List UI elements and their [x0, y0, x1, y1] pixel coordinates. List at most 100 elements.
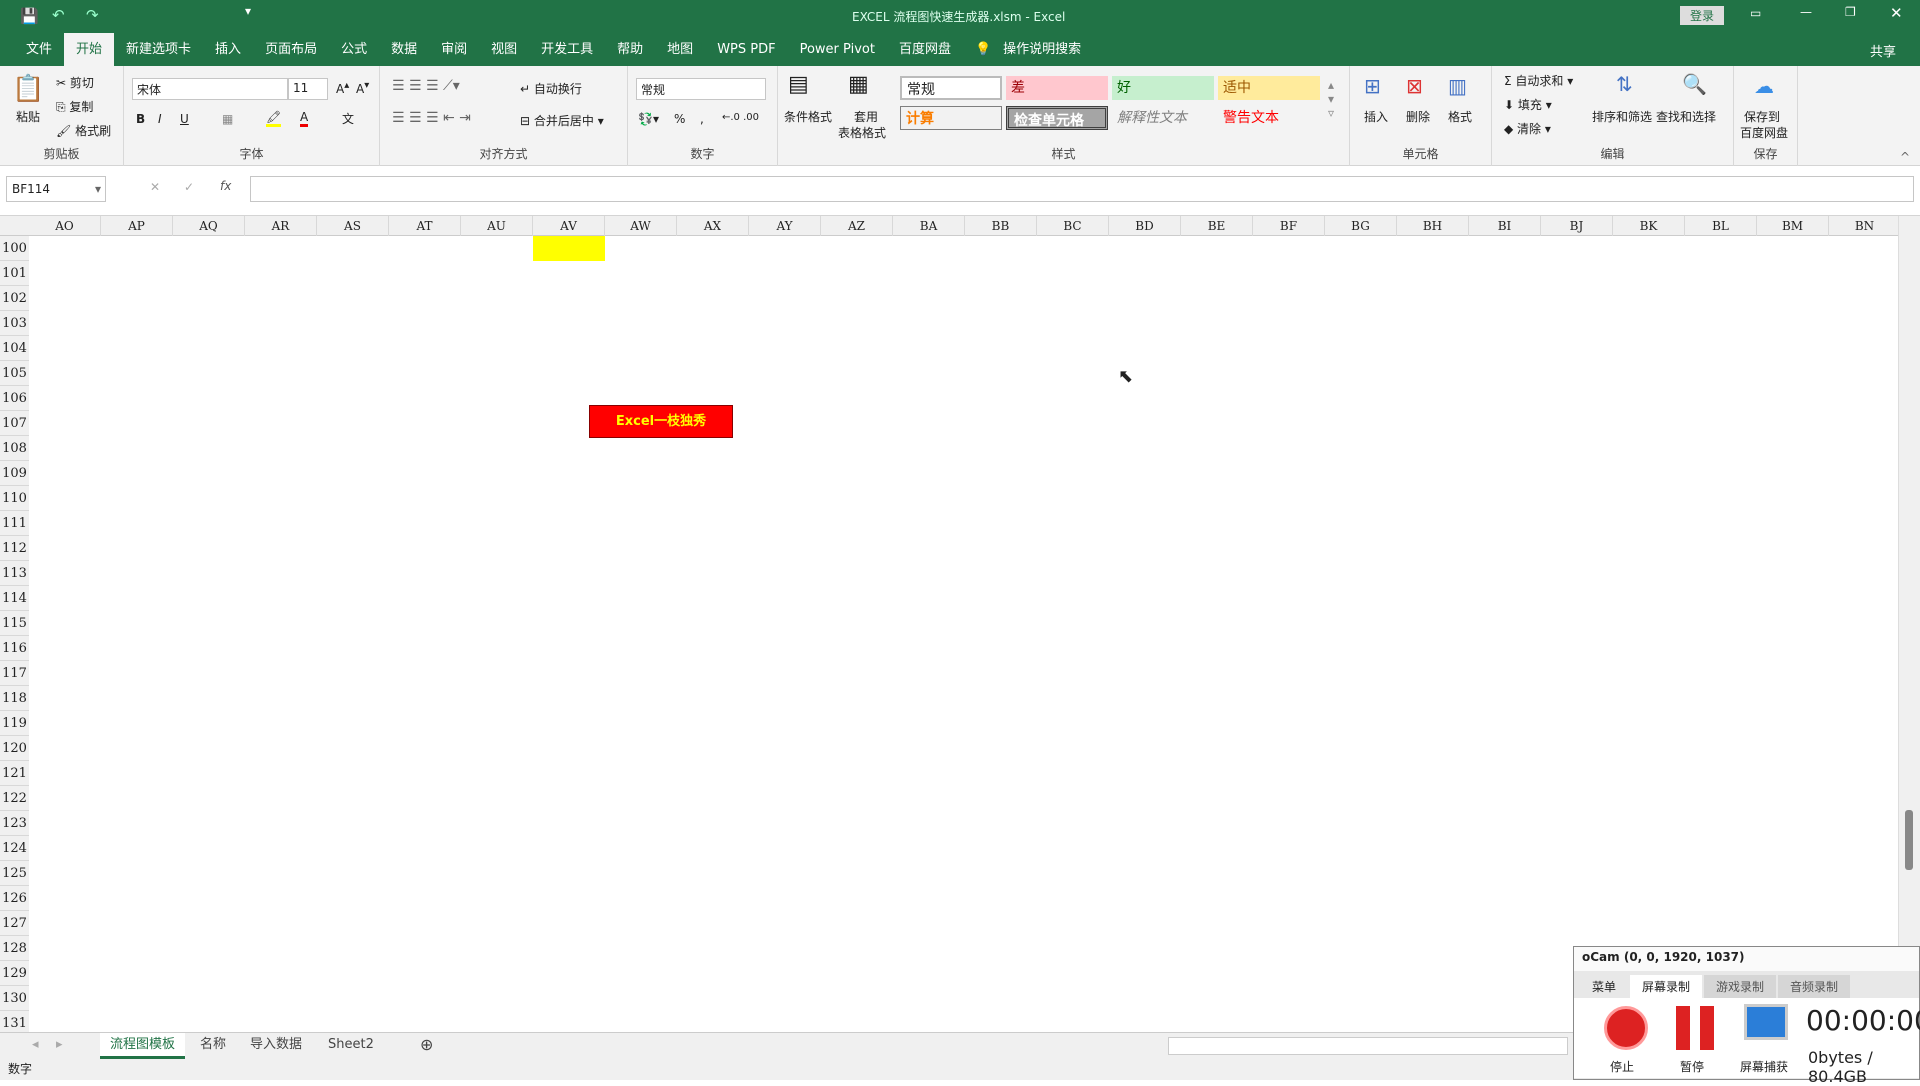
row-header[interactable]: 123 — [0, 811, 29, 836]
shrink-font-icon[interactable]: A▾ — [356, 80, 369, 96]
row-header[interactable]: 126 — [0, 886, 29, 911]
style-bad[interactable]: 差 — [1006, 76, 1108, 100]
excel-shape-button[interactable]: Excel一枝独秀 — [589, 405, 733, 438]
row-header[interactable]: 118 — [0, 686, 29, 711]
style-warning[interactable]: 警告文本 — [1218, 106, 1320, 130]
column-header[interactable]: AO — [29, 216, 101, 236]
save-icon[interactable]: 💾 — [20, 7, 39, 25]
number-format-select[interactable]: 常规 — [636, 78, 766, 100]
row-header[interactable]: 106 — [0, 386, 29, 411]
column-header[interactable]: BK — [1613, 216, 1685, 236]
row-header[interactable]: 101 — [0, 261, 29, 286]
ribbon-display-icon[interactable]: ▭ — [1750, 6, 1761, 20]
column-header[interactable]: BE — [1181, 216, 1253, 236]
border-icon[interactable]: ▦ — [222, 112, 233, 126]
underline-button[interactable]: U — [180, 112, 189, 126]
column-header[interactable]: BL — [1685, 216, 1757, 236]
column-header[interactable]: BF — [1253, 216, 1325, 236]
tell-me-search[interactable]: 操作说明搜索 — [1003, 33, 1093, 66]
save-to-baidu-button[interactable]: 保存到 — [1744, 108, 1780, 125]
scrollbar-thumb[interactable] — [1905, 810, 1913, 870]
copy-button[interactable]: ⎘ 复制 — [56, 98, 93, 115]
row-header[interactable]: 130 — [0, 986, 29, 1011]
column-header[interactable]: BM — [1757, 216, 1829, 236]
format-cells-button[interactable]: 格式 — [1448, 108, 1472, 125]
table-format-button[interactable]: 套用 — [854, 108, 878, 125]
style-neutral[interactable]: 适中 — [1218, 76, 1320, 100]
row-header[interactable]: 128 — [0, 936, 29, 961]
next-sheet-icon[interactable]: ▸ — [46, 1033, 73, 1059]
column-header[interactable]: AZ — [821, 216, 893, 236]
format-cells-icon[interactable]: ▥ — [1448, 74, 1467, 98]
tab-data[interactable]: 数据 — [379, 33, 429, 66]
autosum-button[interactable]: Σ 自动求和 ▾ — [1504, 72, 1573, 89]
row-header[interactable]: 117 — [0, 661, 29, 686]
style-explanatory[interactable]: 解释性文本 — [1112, 106, 1214, 130]
row-header[interactable]: 114 — [0, 586, 29, 611]
sheet-tab[interactable]: 流程图模板 — [100, 1033, 186, 1059]
column-header[interactable]: AS — [317, 216, 389, 236]
row-header[interactable]: 110 — [0, 486, 29, 511]
formula-input[interactable] — [250, 176, 1914, 202]
grow-font-icon[interactable]: A▴ — [336, 80, 349, 96]
column-header[interactable]: BH — [1397, 216, 1469, 236]
redo-icon[interactable]: ↷ — [86, 6, 99, 24]
insert-cells-button[interactable]: 插入 — [1364, 108, 1388, 125]
name-box[interactable]: BF114 ▾ — [6, 176, 106, 202]
tab-page-layout[interactable]: 页面布局 — [253, 33, 329, 66]
format-painter-button[interactable]: 🖌 格式刷 — [56, 122, 111, 139]
sheet-tab[interactable]: Sheet2 — [318, 1033, 384, 1059]
row-header[interactable]: 108 — [0, 436, 29, 461]
row-header[interactable]: 121 — [0, 761, 29, 786]
column-header[interactable]: BG — [1325, 216, 1397, 236]
style-normal[interactable]: 常规 — [900, 76, 1002, 100]
currency-icon[interactable]: 💱▾ — [638, 112, 659, 126]
row-header[interactable]: 122 — [0, 786, 29, 811]
collapse-ribbon-icon[interactable]: ^ — [1900, 150, 1910, 164]
close-button[interactable]: ✕ — [1890, 4, 1903, 22]
sort-filter-button[interactable]: 排序和筛选 — [1592, 108, 1652, 125]
column-header[interactable]: BI — [1469, 216, 1541, 236]
column-header[interactable]: BJ — [1541, 216, 1613, 236]
tab-help[interactable]: 帮助 — [605, 33, 655, 66]
column-header[interactable]: AU — [461, 216, 533, 236]
style-calculation[interactable]: 计算 — [900, 106, 1002, 130]
wrap-text-button[interactable]: ↵ 自动换行 — [520, 80, 582, 97]
column-header[interactable]: AY — [749, 216, 821, 236]
row-header[interactable]: 115 — [0, 611, 29, 636]
comma-button[interactable]: , — [700, 112, 704, 126]
clear-button[interactable]: ◆ 清除 ▾ — [1504, 120, 1551, 137]
cut-button[interactable]: ✂ 剪切 — [56, 74, 94, 91]
row-header[interactable]: 119 — [0, 711, 29, 736]
merge-center-button[interactable]: ⊟ 合并后居中 ▾ — [520, 112, 604, 129]
row-header[interactable]: 107 — [0, 411, 29, 436]
fill-button[interactable]: ⬇ 填充 ▾ — [1504, 96, 1552, 113]
tab-new[interactable]: 新建选项卡 — [114, 33, 203, 66]
row-header[interactable]: 113 — [0, 561, 29, 586]
tab-map[interactable]: 地图 — [655, 33, 705, 66]
font-color-icon[interactable]: A — [300, 110, 309, 127]
share-button[interactable]: 共享 — [1870, 41, 1896, 60]
phonetic-icon[interactable]: 文 — [342, 110, 354, 127]
column-header[interactable]: BA — [893, 216, 965, 236]
font-name-select[interactable]: 宋体 — [132, 78, 288, 100]
sheet-tab[interactable]: 导入数据 — [240, 1033, 312, 1059]
insert-function-button[interactable]: fx — [220, 179, 231, 193]
tab-review[interactable]: 审阅 — [429, 33, 479, 66]
sheet-tab[interactable]: 名称 — [190, 1033, 236, 1059]
ocam-tab[interactable]: 音频录制 — [1778, 975, 1851, 998]
row-header[interactable]: 116 — [0, 636, 29, 661]
row-header[interactable]: 129 — [0, 961, 29, 986]
vertical-scrollbar[interactable] — [1898, 216, 1920, 1032]
tab-formulas[interactable]: 公式 — [329, 33, 379, 66]
tab-baidu[interactable]: 百度网盘 — [887, 33, 963, 66]
ocam-tab[interactable]: 菜单 — [1580, 975, 1628, 998]
column-header[interactable]: BN — [1829, 216, 1901, 236]
pause-icon[interactable] — [1676, 1006, 1714, 1050]
halign-icons[interactable]: ☰ ☰ ☰ ⇤ ⇥ — [392, 110, 471, 126]
column-header[interactable]: AR — [245, 216, 317, 236]
row-header[interactable]: 103 — [0, 311, 29, 336]
column-header[interactable]: AX — [677, 216, 749, 236]
tab-power-pivot[interactable]: Power Pivot — [788, 33, 887, 66]
prev-sheet-icon[interactable]: ◂ — [22, 1033, 49, 1059]
